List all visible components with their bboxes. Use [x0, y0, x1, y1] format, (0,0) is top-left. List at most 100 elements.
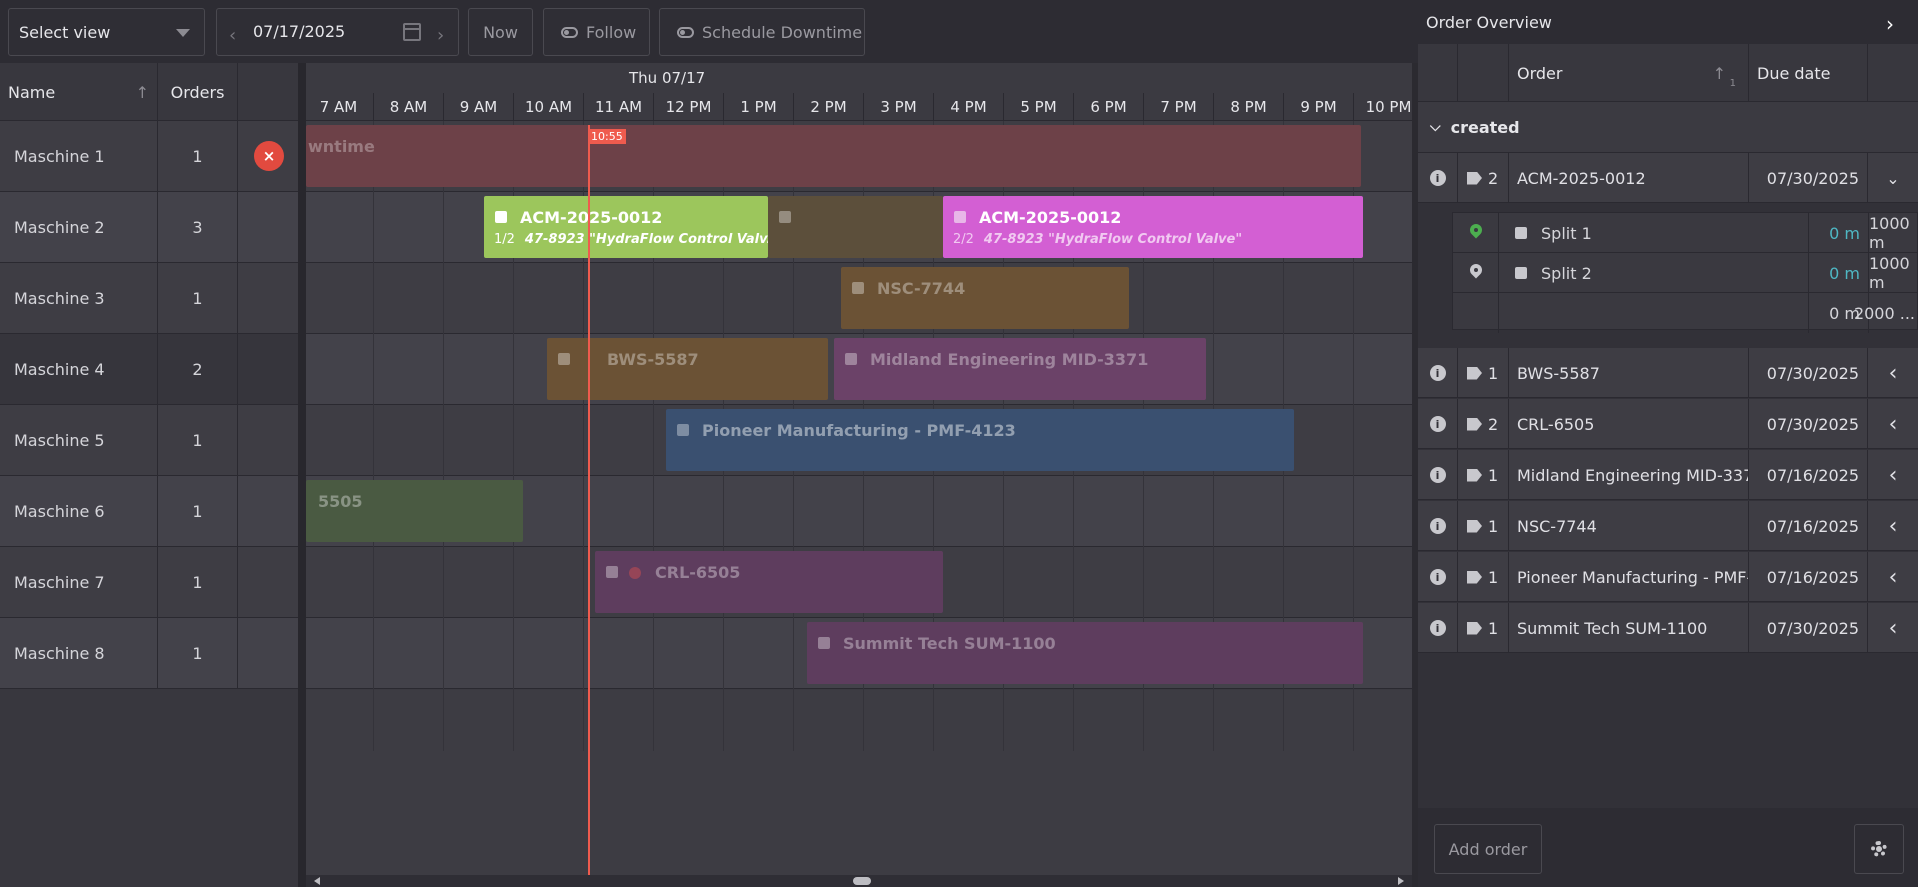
now-button[interactable]: Now: [468, 8, 533, 56]
next-day-icon[interactable]: ›: [437, 25, 444, 46]
add-order-button[interactable]: Add order: [1434, 824, 1542, 874]
info-cell[interactable]: i: [1418, 501, 1458, 551]
table-row[interactable]: i 1 Midland Engineering MID-3371 07/16/2…: [1418, 450, 1918, 500]
checkbox-icon[interactable]: [852, 282, 864, 294]
checkbox-icon[interactable]: [779, 211, 791, 223]
pin-icon[interactable]: [1453, 213, 1499, 253]
col-order-header[interactable]: Order ↑ 1: [1509, 44, 1749, 102]
expand-row-icon[interactable]: ‹: [1868, 399, 1918, 449]
info-icon[interactable]: i: [1429, 467, 1446, 483]
table-row[interactable]: Maschine 5 1: [0, 405, 298, 476]
table-row[interactable]: Maschine 3 1: [0, 263, 298, 334]
prev-day-icon[interactable]: ‹: [229, 25, 236, 46]
panel-splitter-handle[interactable]: [298, 63, 306, 887]
info-icon[interactable]: i: [1429, 416, 1446, 432]
collapse-panel-icon[interactable]: ›: [1886, 12, 1894, 36]
table-row[interactable]: i 1 Pioneer Manufacturing - PMF-... 07/1…: [1418, 552, 1918, 602]
scrollbar-thumb[interactable]: [853, 877, 871, 885]
table-row[interactable]: Maschine 2 3: [0, 192, 298, 263]
current-time-line: [588, 125, 590, 887]
expand-row-icon[interactable]: ‹: [1868, 552, 1918, 602]
expand-row-icon[interactable]: ‹: [1868, 348, 1918, 398]
pin-icon[interactable]: [1453, 253, 1499, 293]
info-cell[interactable]: i: [1418, 399, 1458, 449]
horizontal-scrollbar[interactable]: [306, 875, 1412, 887]
order-bar[interactable]: CRL-6505: [595, 551, 943, 613]
table-row[interactable]: Maschine 8 1: [0, 618, 298, 689]
info-icon[interactable]: i: [1429, 620, 1446, 636]
sort-arrow-icon[interactable]: ↑: [136, 83, 149, 102]
date-picker[interactable]: ‹ 07/17/2025 ›: [216, 8, 459, 56]
checkbox-icon[interactable]: [677, 424, 689, 436]
order-bar[interactable]: NSC-7744: [841, 267, 1129, 329]
expand-row-icon[interactable]: ‹: [1868, 603, 1918, 653]
checkbox-icon[interactable]: [1515, 227, 1527, 239]
info-cell[interactable]: i: [1418, 348, 1458, 398]
table-row[interactable]: i 1 NSC-7744 07/16/2025 ‹: [1418, 501, 1918, 551]
order-number: Midland Engineering MID-3371: [1509, 450, 1749, 500]
table-row[interactable]: Maschine 1 1 ×: [0, 121, 298, 192]
order-bar[interactable]: Pioneer Manufacturing - PMF-4123: [666, 409, 1294, 471]
group-header-created[interactable]: ⌵ created: [1418, 102, 1918, 153]
select-view-dropdown[interactable]: Select view: [8, 8, 205, 56]
status-dot-icon: [629, 567, 641, 579]
chevron-down-icon[interactable]: ⌵: [1430, 119, 1441, 135]
table-row[interactable]: i 1 Summit Tech SUM-1100 07/30/2025 ‹: [1418, 603, 1918, 653]
col-orders-header[interactable]: Orders: [158, 63, 238, 121]
location-pin-icon: [1469, 264, 1483, 282]
downtime-label: wntime: [308, 137, 375, 156]
table-row[interactable]: Maschine 6 1: [0, 476, 298, 547]
checkbox-icon[interactable]: [1515, 267, 1527, 279]
table-row[interactable]: i 2 CRL-6505 07/30/2025 ‹: [1418, 399, 1918, 449]
schedule-downtime-button[interactable]: Schedule Downtime: [659, 8, 865, 56]
calendar-icon[interactable]: [403, 23, 421, 41]
table-row[interactable]: Maschine 4 2: [0, 334, 298, 405]
col-name-header[interactable]: Name ↑: [0, 63, 158, 121]
expand-row-icon[interactable]: ‹: [1868, 501, 1918, 551]
order-bar[interactable]: ACM-2025-0012 1/2 47-8923 "HydraFlow Cont…: [484, 196, 768, 258]
gantt-day-header: Thu 07/17: [306, 63, 1412, 93]
table-row[interactable]: i 1 BWS-5587 07/30/2025 ‹: [1418, 348, 1918, 398]
checkbox-icon[interactable]: [818, 637, 830, 649]
info-icon[interactable]: i: [1429, 569, 1446, 585]
checkbox-icon[interactable]: [954, 211, 966, 223]
settings-button[interactable]: [1854, 824, 1904, 874]
split-done: 0 m: [1809, 213, 1869, 253]
remove-downtime-icon[interactable]: ×: [254, 141, 284, 171]
info-cell[interactable]: i: [1418, 603, 1458, 653]
expand-row-icon[interactable]: ‹: [1868, 450, 1918, 500]
split-row[interactable]: Split 1 0 m 1000 m: [1453, 213, 1918, 253]
checkbox-icon[interactable]: [495, 211, 507, 223]
sort-arrow-icon[interactable]: ↑: [1713, 64, 1726, 83]
checkbox-icon[interactable]: [558, 353, 570, 365]
order-bar[interactable]: Midland Engineering MID-3371: [834, 338, 1206, 400]
split-row[interactable]: Split 2 0 m 1000 m: [1453, 253, 1918, 293]
info-icon[interactable]: i: [1429, 365, 1446, 381]
info-cell[interactable]: i: [1418, 450, 1458, 500]
col-due-header[interactable]: Due date: [1749, 44, 1868, 102]
orders-table-header: Order ↑ 1 Due date: [1418, 44, 1918, 102]
order-bar[interactable]: Summit Tech SUM-1100: [807, 622, 1363, 684]
downtime-bar[interactable]: wntime: [306, 125, 1361, 187]
table-row[interactable]: i 2 ACM-2025-0012 07/30/2025 ⌄: [1418, 153, 1918, 203]
info-cell[interactable]: i: [1418, 153, 1458, 203]
col-due-label: Due date: [1757, 63, 1831, 83]
info-cell[interactable]: i: [1418, 552, 1458, 602]
order-bar[interactable]: [768, 196, 943, 258]
due-date: 07/16/2025: [1749, 552, 1868, 602]
order-bar[interactable]: ACM-2025-0012 2/2 47-8923 "HydraFlow Cont…: [943, 196, 1363, 258]
scroll-left-icon[interactable]: [314, 877, 320, 885]
date-value[interactable]: 07/17/2025: [253, 22, 345, 41]
add-order-label: Add order: [1448, 839, 1528, 859]
follow-toggle-button[interactable]: Follow: [543, 8, 650, 56]
tag-icon: [1467, 171, 1482, 185]
collapse-row-icon[interactable]: ⌄: [1868, 153, 1918, 203]
scroll-right-icon[interactable]: [1398, 877, 1404, 885]
info-icon[interactable]: i: [1429, 170, 1446, 186]
order-bar[interactable]: 5505: [306, 480, 523, 542]
checkbox-icon[interactable]: [845, 353, 857, 365]
info-icon[interactable]: i: [1429, 518, 1446, 534]
grid-line: [443, 121, 444, 751]
checkbox-icon[interactable]: [606, 566, 618, 578]
table-row[interactable]: Maschine 7 1: [0, 547, 298, 618]
